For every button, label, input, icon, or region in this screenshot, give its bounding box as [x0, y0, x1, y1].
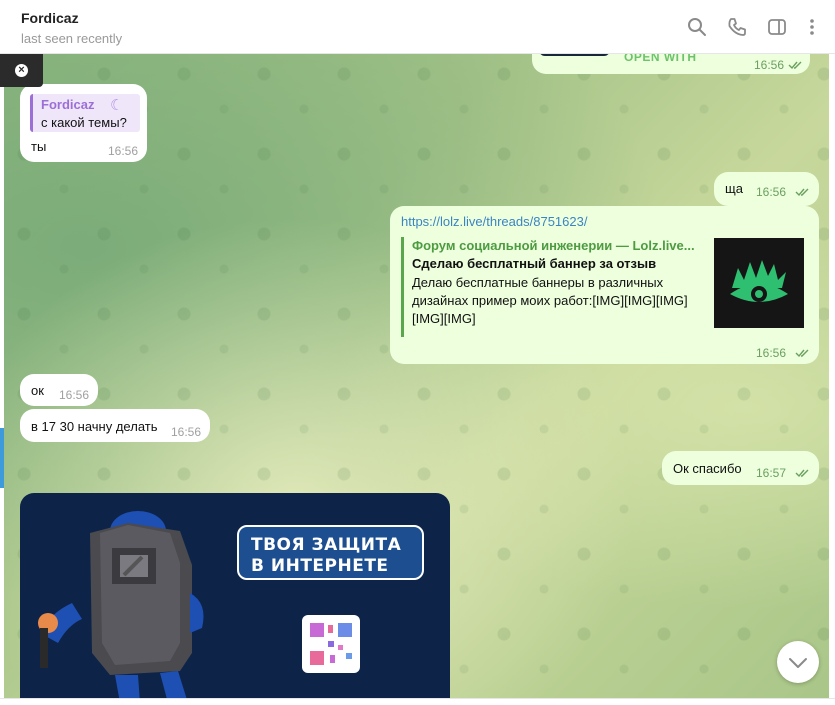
chevron-down-icon	[789, 658, 807, 668]
message-partial-open-with[interactable]: OPEN WITH 16:56	[532, 54, 810, 74]
message-text: Ок спасибо	[673, 461, 742, 476]
close-pinned-button[interactable]: ×	[0, 54, 43, 87]
message-time: 16:56	[756, 346, 787, 360]
reply-quote[interactable]: Fordicaz с какой темы? ☾	[30, 94, 140, 132]
message-link-preview[interactable]: https://lolz.live/threads/8751623/ Форум…	[390, 206, 819, 364]
eye-logo-icon	[730, 260, 788, 302]
link-preview-card[interactable]: Форум социальной инженерии — Lolz.live..…	[401, 237, 804, 337]
message-time: 16:57	[756, 466, 787, 480]
composer-edge	[0, 698, 835, 705]
message-time: 16:56	[756, 185, 787, 199]
close-icon: ×	[15, 64, 28, 77]
read-ticks-icon	[788, 61, 802, 70]
scrollbar-track[interactable]	[829, 54, 835, 698]
banner-text: ТВОЯ ЗАЩИТА В ИНТЕРНЕТЕ	[251, 535, 402, 576]
message-out-thanks[interactable]: Ок спасибо 16:57	[662, 451, 819, 485]
message-out-sha[interactable]: ща 16:56	[714, 172, 819, 206]
phone-icon[interactable]	[726, 16, 748, 38]
message-in-start[interactable]: в 17 30 начну делать 16:56	[20, 409, 210, 442]
banner-headline: ТВОЯ ЗАЩИТА В ИНТЕРНЕТЕ	[237, 525, 424, 580]
message-media-banner[interactable]: ТВОЯ ЗАЩИТА В ИНТЕРНЕТЕ	[20, 493, 450, 698]
message-time: 16:56	[108, 144, 139, 158]
read-ticks-icon	[795, 349, 809, 358]
open-with-label: OPEN WITH	[624, 54, 697, 64]
message-text: ок	[31, 383, 44, 398]
message-text: в 17 30 начну делать	[31, 419, 158, 434]
message-text: ты	[31, 139, 47, 154]
chat-title[interactable]: Fordicaz	[21, 10, 79, 26]
chat-status: last seen recently	[21, 31, 123, 46]
preview-title: Сделаю бесплатный баннер за отзыв	[412, 256, 657, 271]
message-text: ща	[725, 181, 743, 196]
read-ticks-icon	[795, 188, 809, 197]
moon-sticker-icon: ☾	[110, 97, 124, 114]
message-time: 16:56	[59, 388, 90, 402]
partial-media-thumb	[539, 54, 610, 56]
search-icon[interactable]	[686, 16, 708, 38]
message-time: 16:56	[171, 425, 202, 439]
chat-header: Fordicaz last seen recently	[0, 0, 835, 54]
sidebar-toggle-icon[interactable]	[766, 16, 788, 38]
preview-thumbnail-eye-logo[interactable]	[714, 238, 804, 328]
preview-site-name: Форум социальной инженерии — Lolz.live..…	[412, 238, 695, 253]
left-accent-bar	[0, 428, 4, 488]
scroll-down-button[interactable]	[777, 641, 819, 683]
reply-text: с какой темы?	[41, 115, 127, 130]
message-time: 16:56	[754, 58, 785, 72]
qr-code-icon	[310, 623, 352, 665]
message-reply[interactable]: Fordicaz с какой темы? ☾ ты 16:56	[20, 84, 147, 162]
message-link[interactable]: https://lolz.live/threads/8751623/	[401, 214, 587, 229]
message-in-ok[interactable]: ок 16:56	[20, 374, 98, 406]
qr-code	[302, 615, 360, 673]
read-ticks-icon	[795, 469, 809, 478]
more-vertical-icon[interactable]	[801, 16, 823, 38]
preview-description: Делаю бесплатные баннеры в различных диз…	[412, 275, 688, 326]
shield-figure-illustration	[38, 511, 204, 698]
chat-area[interactable]: OPEN WITH 16:56 Fordicaz с какой темы? ☾…	[4, 54, 829, 698]
reply-author: Fordicaz	[41, 97, 95, 112]
